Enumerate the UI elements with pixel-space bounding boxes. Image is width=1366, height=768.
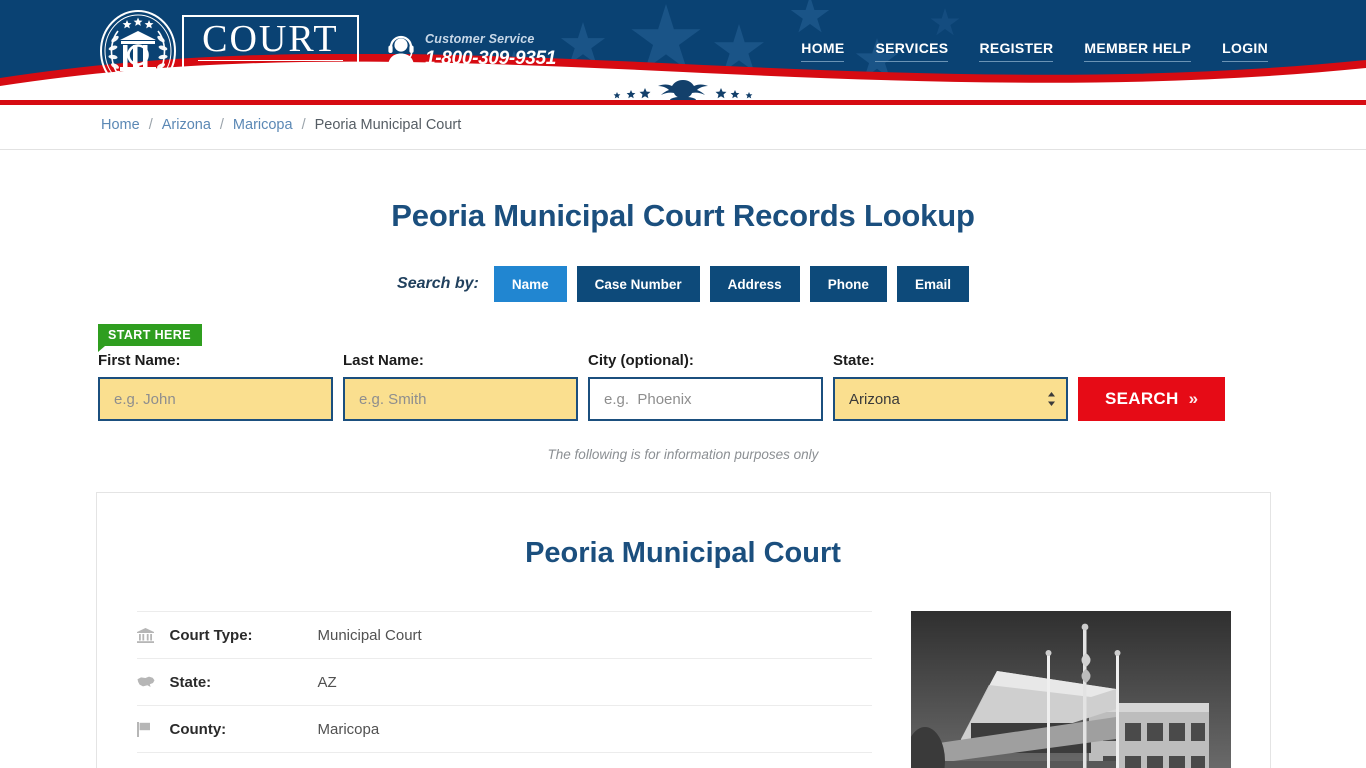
last-name-input[interactable] [343, 377, 578, 421]
tab-name[interactable]: Name [493, 266, 567, 302]
court-name-title: Peoria Municipal Court [525, 537, 841, 569]
breadcrumb-separator: / [148, 116, 153, 133]
customer-service-phone[interactable]: 1-800-309-9351 [425, 48, 556, 70]
table-row: County: Maricopa [136, 705, 872, 752]
table-row: Court Address: 10100 N 83rd Ave [136, 752, 872, 768]
row-key: Court Type: [169, 626, 253, 644]
tab-phone[interactable]: Phone [809, 266, 887, 302]
search-button-label: SEARCH [1105, 389, 1179, 408]
state-select[interactable]: Arizona [833, 377, 1068, 421]
nav-item-services[interactable]: SERVICES [875, 40, 949, 62]
breadcrumb-bar: Home / Arizona / Maricopa / Peoria Munic… [0, 100, 1366, 150]
city-label: City (optional): [588, 352, 694, 369]
bank-building-icon [136, 627, 170, 643]
first-name-input[interactable] [98, 377, 333, 421]
last-name-label: Last Name: [343, 352, 424, 369]
court-seal-icon [100, 10, 176, 92]
breadcrumb-item-arizona[interactable]: Arizona [162, 117, 211, 133]
search-button[interactable]: SEARCH » [1078, 377, 1226, 421]
breadcrumb-item-current: Peoria Municipal Court [314, 116, 462, 133]
logo-main-text: COURT [198, 20, 343, 62]
breadcrumb-item-home[interactable]: Home [101, 117, 140, 133]
breadcrumb-separator: / [219, 116, 224, 133]
main-navigation: HOME SERVICES REGISTER MEMBER HELP LOGIN [801, 40, 1268, 62]
table-row: State: AZ [136, 658, 872, 705]
row-value: Maricopa [317, 720, 380, 738]
us-map-icon [137, 676, 170, 688]
breadcrumb-separator: / [301, 116, 306, 133]
court-details-table: Court Type: Municipal Court State: AZ Co… [136, 611, 872, 768]
headset-support-icon [388, 36, 414, 68]
logo-sub-text: CASE FINDER [202, 65, 343, 80]
start-here-badge: START HERE [98, 324, 202, 352]
breadcrumb: Home / Arizona / Maricopa / Peoria Munic… [101, 117, 461, 133]
customer-service-block[interactable]: Customer Service 1-800-309-9351 [386, 32, 556, 70]
nav-item-register[interactable]: REGISTER [979, 40, 1054, 62]
search-by-label: Search by: [397, 275, 479, 292]
breadcrumb-item-maricopa[interactable]: Maricopa [233, 117, 293, 133]
eagle-emblem-icon [583, 73, 783, 100]
row-key: County: [169, 720, 227, 738]
city-input[interactable] [588, 377, 823, 421]
nav-item-home[interactable]: HOME [801, 40, 845, 62]
row-value: AZ [317, 673, 337, 691]
row-value: Municipal Court [317, 626, 422, 644]
flag-icon [136, 721, 170, 737]
courthouse-photo [910, 611, 1231, 768]
court-info-card: Peoria Municipal Court Court Type: Munic… [95, 492, 1271, 768]
first-name-label: First Name: [98, 352, 181, 369]
nav-item-login[interactable]: LOGIN [1222, 40, 1268, 62]
state-label: State: [833, 352, 875, 369]
tab-address[interactable]: Address [709, 266, 800, 302]
site-logo[interactable]: COURT CASE FINDER [96, 9, 359, 93]
search-by-tabs: Search by: Name Case Number Address Phon… [0, 266, 1366, 302]
site-header: COURT CASE FINDER Customer Service 1-800… [0, 0, 1366, 100]
header-red-divider [0, 100, 1366, 105]
tab-email[interactable]: Email [896, 266, 969, 302]
search-form: START HERE First Name: Last Name: City (… [98, 324, 1268, 421]
disclaimer-text: The following is for information purpose… [547, 447, 819, 462]
row-key: State: [169, 673, 212, 691]
nav-item-member-help[interactable]: MEMBER HELP [1084, 40, 1192, 62]
page-title: Peoria Municipal Court Records Lookup [391, 198, 975, 233]
tab-case-number[interactable]: Case Number [576, 266, 700, 302]
customer-service-label: Customer Service [425, 32, 535, 46]
table-row: Court Type: Municipal Court [136, 611, 872, 658]
double-chevron-right-icon: » [1188, 389, 1199, 408]
